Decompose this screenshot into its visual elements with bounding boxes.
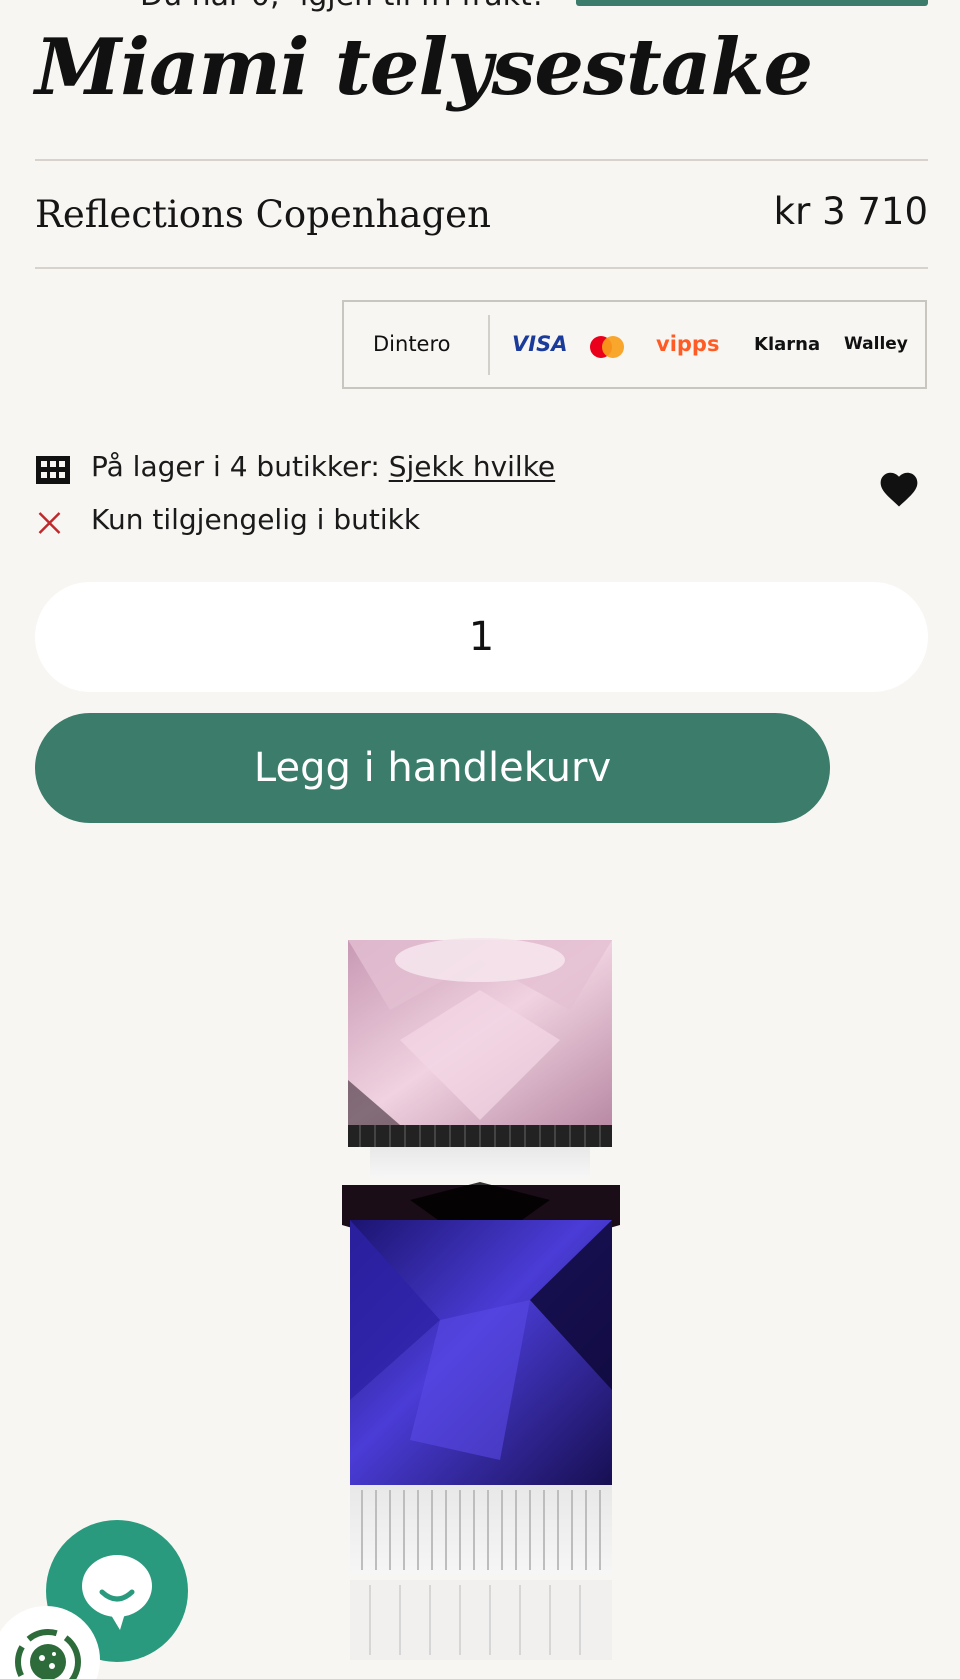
close-x-icon [38,512,61,534]
add-to-cart-button[interactable]: Legg i handlekurv [35,713,830,823]
klarna-logo: Klarna [754,334,821,355]
store-grid-icon [36,456,70,484]
divider [35,267,928,269]
heart-icon[interactable] [878,469,920,509]
quantity-input[interactable]: 1 [35,582,928,692]
stock-status-text: På lager i 4 butikker: [91,450,389,483]
free-shipping-text: Du har 0,- igjen til fri frakt! [140,0,544,13]
walley-logo: Walley [844,334,908,354]
check-stores-link[interactable]: Sjekk hvilke [389,450,555,483]
vipps-logo: vipps [656,332,720,356]
product-price: kr 3 710 [773,190,928,233]
cookie-settings-button[interactable] [0,1606,100,1679]
product-title: Miami telysestake [35,22,813,113]
product-image[interactable] [330,920,630,1670]
payment-methods-box: Dintero VISA vipps Klarna Walley [342,300,927,389]
payment-divider [488,315,490,375]
product-brand[interactable]: Reflections Copenhagen [35,193,491,236]
visa-logo: VISA [512,332,568,356]
free-shipping-progress-bar [576,0,928,6]
divider [35,159,928,161]
store-only-text: Kun tilgjengelig i butikk [91,503,421,536]
product-page: Du har 0,- igjen til fri frakt! Miami te… [0,0,960,1679]
mastercard-logo-icon [590,302,626,387]
dintero-logo: Dintero [373,332,451,356]
cookie-settings-icon [15,1629,81,1679]
